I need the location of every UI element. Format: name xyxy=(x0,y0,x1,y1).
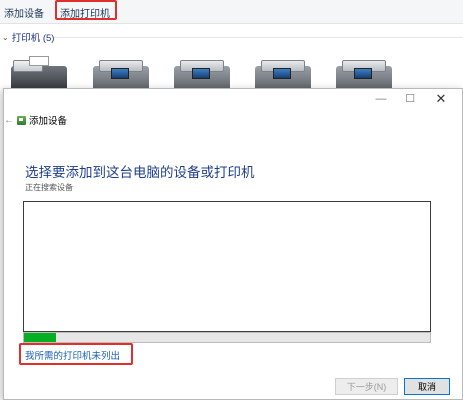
minimize-icon[interactable]: — xyxy=(371,91,391,107)
add-device-dialog: — ☐ ✕ ← 添加设备 选择要添加到这台电脑的设备或打印机 正在搜索设备 我所… xyxy=(3,88,463,400)
printers-group-header[interactable]: ⌄ 打印机 (5) xyxy=(0,30,55,45)
add-device-command[interactable]: 添加设备 xyxy=(4,5,44,20)
page-heading: 选择要添加到这台电脑的设备或打印机 xyxy=(25,165,255,180)
close-icon[interactable]: ✕ xyxy=(431,91,451,107)
device-list[interactable] xyxy=(23,201,431,332)
dialog-title: 添加设备 xyxy=(29,116,68,127)
wizard-header: ← 添加设备 xyxy=(4,113,68,128)
dialog-title-bar: — ☐ ✕ xyxy=(4,89,462,115)
printers-group-label: 打印机 (5) xyxy=(11,33,55,44)
wizard-icon xyxy=(17,115,26,125)
maximize-icon[interactable]: ☐ xyxy=(400,91,420,107)
progress-fill xyxy=(24,333,57,342)
group-divider xyxy=(54,37,463,38)
chevron-down-icon: ⌄ xyxy=(2,32,9,42)
cancel-button[interactable]: 取消 xyxy=(404,378,450,395)
command-bar: 添加设备 添加打印机 xyxy=(0,0,463,24)
search-progress-bar xyxy=(23,332,431,343)
back-arrow-icon[interactable]: ← xyxy=(4,115,14,126)
next-button[interactable]: 下一步(N) xyxy=(335,378,398,395)
search-status: 正在搜索设备 xyxy=(25,183,73,192)
add-printer-command[interactable]: 添加打印机 xyxy=(60,5,110,20)
printer-not-listed-link[interactable]: 我所需的打印机未列出 xyxy=(25,348,120,362)
